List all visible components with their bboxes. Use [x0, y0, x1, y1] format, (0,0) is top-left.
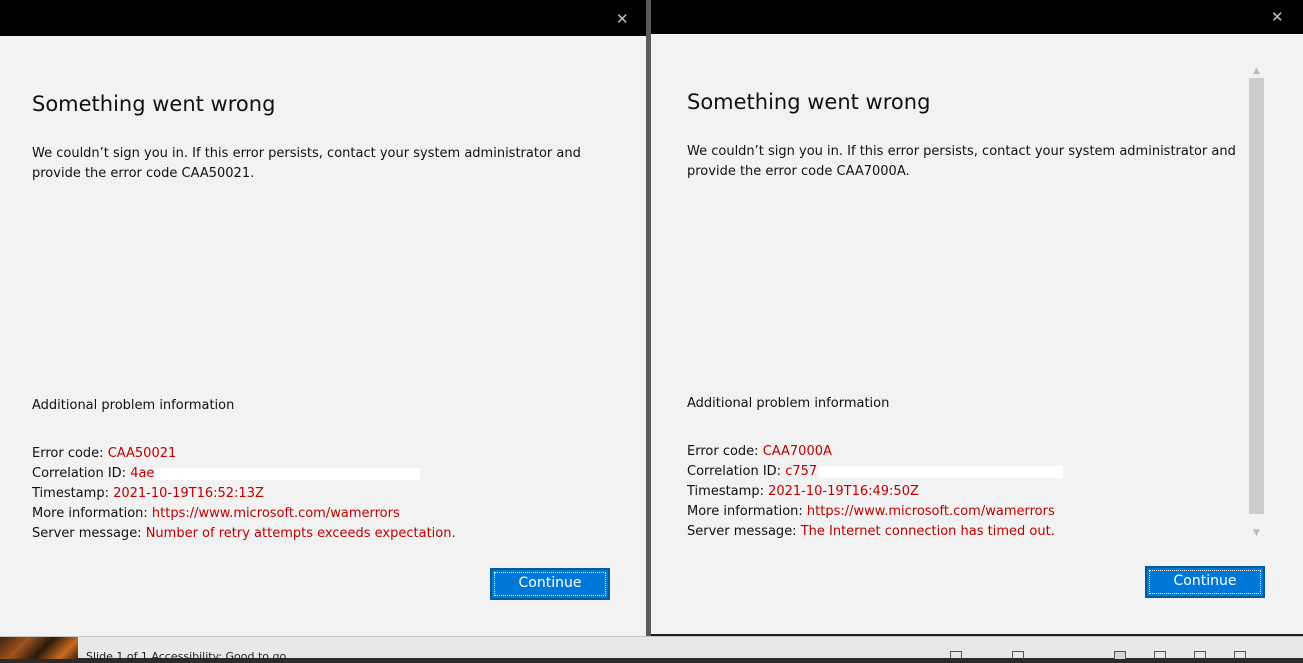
left-page-title: Something went wrong: [32, 92, 276, 116]
right-correlation-row: Correlation ID: c757: [687, 462, 1064, 482]
right-server-message-value: The Internet connection has timed out.: [800, 524, 1055, 539]
right-more-info-label: More information:: [687, 504, 807, 519]
left-error-code-label: Error code:: [32, 446, 108, 461]
right-continue-button[interactable]: Continue: [1145, 566, 1265, 598]
left-server-message-label: Server message:: [32, 526, 146, 541]
left-correlation-label: Correlation ID:: [32, 466, 131, 481]
right-titlebar: [651, 0, 1303, 34]
right-correlation-redaction: [819, 465, 1064, 478]
left-more-info-row: More information: https://www.microsoft.…: [32, 504, 456, 524]
left-error-code-value: CAA50021: [107, 446, 177, 461]
right-server-message-row: Server message: The Internet connection …: [687, 522, 1063, 542]
right-details: Error code: CAA7000A Correlation ID: c75…: [687, 442, 1064, 542]
right-error-dialog: ✕ Something went wrong We couldn’t sign …: [651, 0, 1303, 634]
left-timestamp-row: Timestamp: 2021-10-19T16:52:13Z: [32, 484, 456, 504]
right-more-info-link[interactable]: https://www.microsoft.com/wamerrors: [807, 504, 1055, 519]
right-timestamp-row: Timestamp: 2021-10-19T16:49:50Z: [687, 482, 1063, 502]
left-correlation-redaction: [156, 467, 421, 480]
right-more-info-row: More information: https://www.microsoft.…: [687, 502, 1063, 522]
left-more-info-link[interactable]: https://www.microsoft.com/wamerrors: [152, 506, 400, 521]
left-correlation-value: 4ae: [130, 466, 155, 481]
scroll-down-icon[interactable]: ▼: [1248, 526, 1265, 540]
right-error-code-row: Error code: CAA7000A: [687, 442, 1063, 462]
right-page-title: Something went wrong: [687, 90, 931, 114]
right-additional-info-title: Additional problem information: [687, 396, 890, 411]
left-error-dialog: ✕ Something went wrong We couldn’t sign …: [0, 0, 646, 636]
left-close-icon[interactable]: ✕: [616, 12, 629, 27]
right-scrollbar[interactable]: ▲ ▼: [1248, 64, 1265, 542]
left-timestamp-label: Timestamp:: [32, 486, 114, 501]
left-correlation-row: Correlation ID: 4ae: [32, 464, 456, 484]
left-timestamp-value: 2021-10-19T16:52:13Z: [113, 486, 264, 501]
scroll-up-icon[interactable]: ▲: [1248, 64, 1265, 78]
right-timestamp-label: Timestamp:: [687, 484, 769, 499]
status-bar: Slide 1 of 1 Accessibility: Good to go: [0, 636, 1303, 663]
scroll-thumb[interactable]: [1249, 78, 1264, 514]
left-details: Error code: CAA50021 Correlation ID: 4ae…: [32, 444, 456, 544]
status-text: Slide 1 of 1 Accessibility: Good to go: [86, 650, 287, 663]
right-error-message: We couldn’t sign you in. If this error p…: [687, 144, 1236, 179]
left-additional-info-title: Additional problem information: [32, 398, 235, 413]
left-error-code-row: Error code: CAA50021: [32, 444, 456, 464]
left-error-message: We couldn’t sign you in. If this error p…: [32, 146, 581, 181]
left-more-info-label: More information:: [32, 506, 152, 521]
right-close-icon[interactable]: ✕: [1271, 10, 1284, 25]
left-titlebar: [0, 0, 646, 36]
left-server-message-row: Server message: Number of retry attempts…: [32, 524, 456, 544]
slide-thumbnail[interactable]: [0, 637, 78, 659]
right-correlation-value: c757: [785, 464, 818, 479]
left-server-message-value: Number of retry attempts exceeds expecta…: [145, 526, 456, 541]
right-error-code-label: Error code:: [687, 444, 763, 459]
right-correlation-label: Correlation ID:: [687, 464, 786, 479]
right-error-code-value: CAA7000A: [762, 444, 832, 459]
right-server-message-label: Server message:: [687, 524, 801, 539]
right-timestamp-value: 2021-10-19T16:49:50Z: [768, 484, 919, 499]
left-continue-button[interactable]: Continue: [490, 568, 610, 600]
